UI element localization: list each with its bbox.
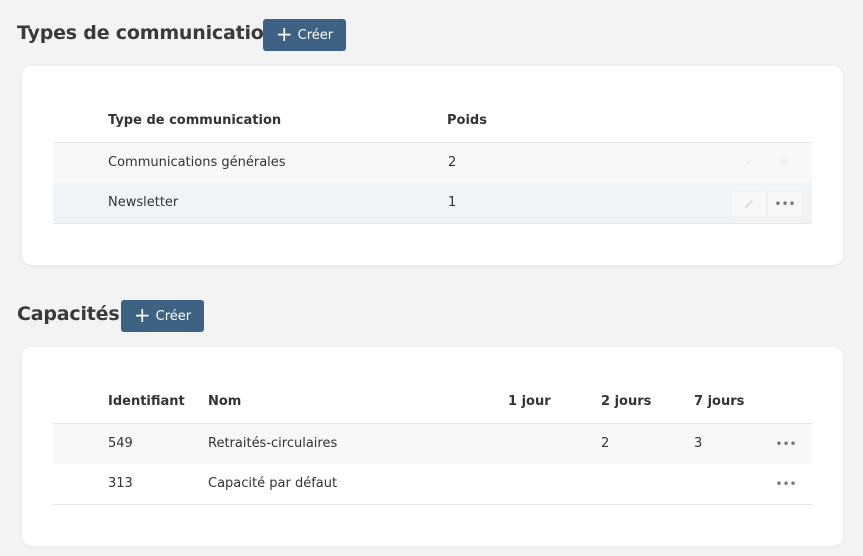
create-type-button[interactable]: + Créer	[263, 19, 346, 51]
table-row[interactable]: 549 Retraités-circulaires 2 3 •••	[53, 423, 812, 464]
capacity-name: Capacité par défaut	[208, 476, 338, 491]
capacity-name: Retraités-circulaires	[208, 436, 338, 451]
capacity-id: 313	[108, 476, 133, 491]
col-header-name: Nom	[208, 394, 242, 409]
create-capacity-button[interactable]: + Créer	[121, 300, 204, 332]
more-button[interactable]: •••	[769, 432, 803, 456]
capacity-7days: 3	[694, 436, 703, 451]
type-weight: 1	[448, 195, 457, 210]
delete-button[interactable]	[767, 151, 801, 175]
capacity-id: 549	[108, 436, 133, 451]
more-dots-icon: •••	[774, 197, 796, 211]
types-card: Type de communication Poids Communicatio…	[22, 66, 843, 265]
more-button[interactable]: •••	[769, 472, 803, 496]
more-dots-icon: •••	[775, 437, 797, 451]
types-section-header: Types de communications	[17, 22, 288, 44]
col-header-2days: 2 jours	[601, 394, 652, 409]
create-capacity-label: Créer	[155, 308, 192, 324]
plus-icon: +	[133, 303, 151, 327]
col-header-id: Identifiant	[108, 394, 185, 409]
pencil-icon	[745, 200, 753, 208]
col-header-7days: 7 jours	[694, 394, 745, 409]
col-header-weight: Poids	[447, 113, 487, 128]
type-name: Communications générales	[108, 155, 286, 170]
more-button[interactable]: •••	[767, 191, 803, 217]
plus-icon: +	[275, 22, 293, 46]
col-header-1day: 1 jour	[508, 394, 551, 409]
type-name: Newsletter	[108, 195, 179, 210]
edit-button[interactable]	[731, 151, 765, 175]
capacities-section-title: Capacités	[17, 303, 120, 325]
capacities-section-header: Capacités	[17, 303, 120, 325]
capacities-card: Identifiant Nom 1 jour 2 jours 7 jours 5…	[22, 347, 843, 546]
table-row[interactable]: Newsletter 1 •••	[53, 183, 812, 224]
more-dots-icon: •••	[775, 477, 797, 491]
table-row[interactable]: 313 Capacité par défaut •••	[53, 464, 812, 505]
pencil-icon	[744, 159, 752, 167]
types-section-title: Types de communications	[17, 22, 289, 44]
table-row[interactable]: Communications générales 2	[53, 142, 812, 183]
create-type-label: Créer	[297, 27, 334, 43]
col-header-type: Type de communication	[108, 113, 282, 128]
capacity-2days: 2	[601, 436, 610, 451]
edit-button[interactable]	[731, 191, 767, 217]
trash-icon	[780, 159, 788, 167]
type-weight: 2	[448, 155, 457, 170]
